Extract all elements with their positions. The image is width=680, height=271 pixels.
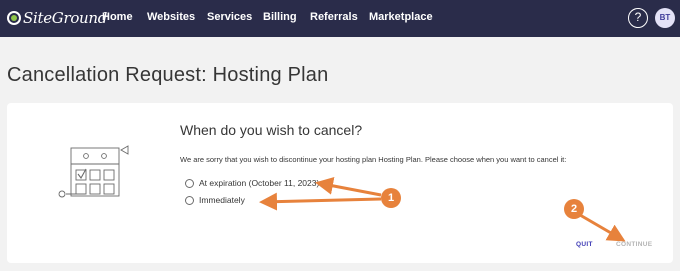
radio-at-expiration[interactable] — [185, 178, 194, 188]
nav-item-websites[interactable]: Websites — [147, 11, 195, 23]
cancellation-card: When do you wish to cancel? We are sorry… — [7, 103, 673, 263]
annotation-badge-1: 1 — [381, 188, 401, 208]
nav-item-billing[interactable]: Billing — [263, 11, 297, 23]
cancel-description: We are sorry that you wish to discontinu… — [180, 155, 567, 164]
brand-logo[interactable]: SiteGround — [7, 8, 107, 28]
calendar-illustration-icon — [58, 145, 129, 198]
user-avatar[interactable]: BT — [655, 8, 675, 28]
quit-button[interactable]: QUIT — [576, 241, 593, 248]
page-title: Cancellation Request: Hosting Plan — [7, 64, 329, 86]
nav-item-services[interactable]: Services — [207, 11, 252, 23]
radio-immediately[interactable] — [185, 195, 194, 205]
option-at-expiration-label: At expiration (October 11, 2023) — [199, 178, 320, 188]
logo-icon — [7, 11, 21, 25]
option-immediately[interactable]: Immediately — [185, 194, 245, 206]
cancel-question-heading: When do you wish to cancel? — [180, 122, 363, 138]
brand-name: SiteGround — [23, 9, 108, 27]
nav-item-referrals[interactable]: Referrals — [310, 11, 358, 23]
option-immediately-label: Immediately — [199, 195, 245, 205]
continue-button[interactable]: CONTINUE — [616, 241, 652, 248]
nav-item-marketplace[interactable]: Marketplace — [369, 11, 433, 23]
help-button[interactable]: ? — [628, 8, 648, 28]
nav-item-home[interactable]: Home — [102, 11, 133, 23]
help-icon: ? — [634, 10, 642, 24]
option-at-expiration[interactable]: At expiration (October 11, 2023) — [185, 177, 319, 189]
top-navbar: SiteGround Home Websites Services Billin… — [0, 0, 680, 37]
annotation-badge-2: 2 — [564, 199, 584, 219]
